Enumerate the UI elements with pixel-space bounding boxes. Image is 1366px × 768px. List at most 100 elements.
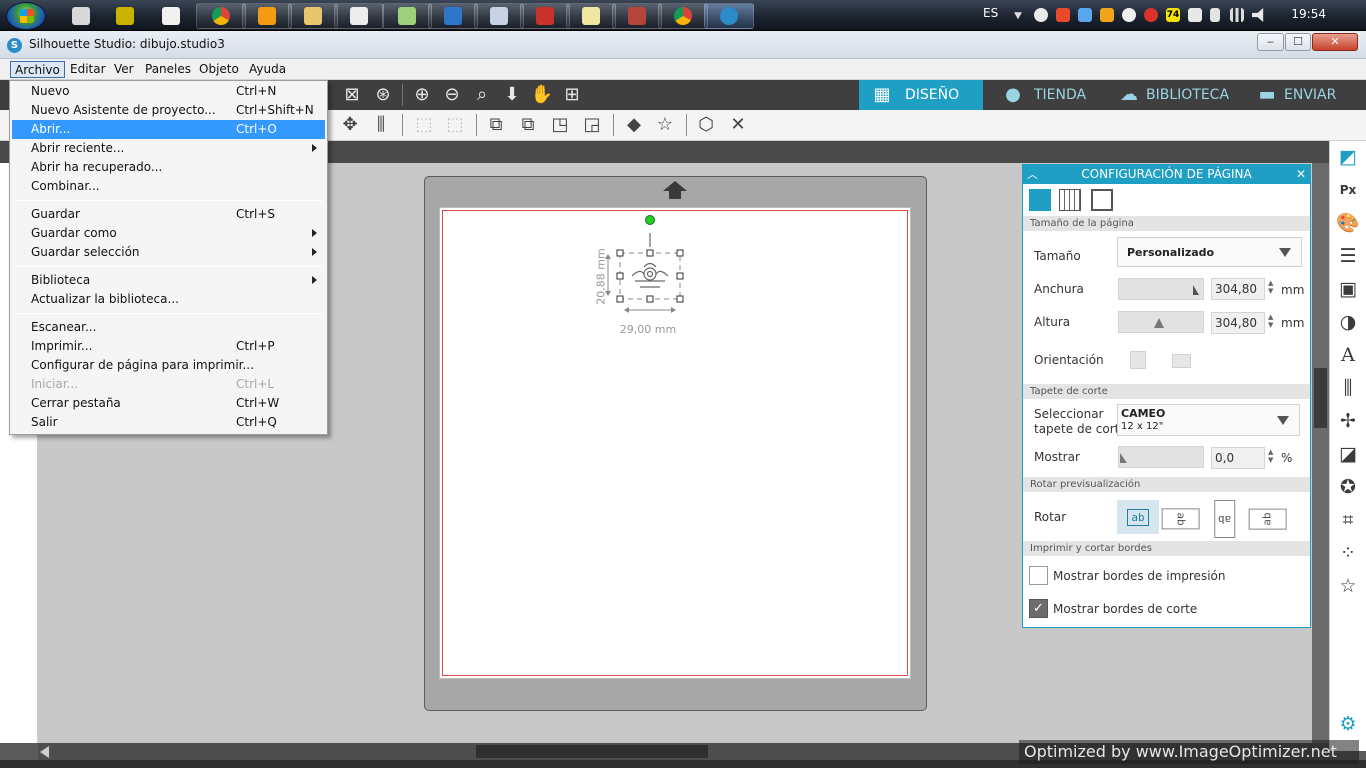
text-style-icon[interactable]: A <box>1335 342 1361 368</box>
clock[interactable]: 19:54 <box>1291 7 1326 21</box>
tray-mail-icon[interactable] <box>1144 8 1158 22</box>
pan-hand-icon[interactable]: ✋ <box>530 84 554 106</box>
taskbar-silhouette-icon[interactable] <box>704 3 754 29</box>
trace-icon[interactable]: ⌗ <box>1335 507 1361 533</box>
star-icon[interactable]: ☆ <box>653 114 677 136</box>
panel-close-icon[interactable]: ✕ <box>1296 165 1306 184</box>
send-backward-icon[interactable]: ⧉ <box>516 114 540 136</box>
tab-diseno[interactable]: ▦ DISEÑO <box>859 80 983 110</box>
move-icon[interactable]: ✥ <box>338 114 362 136</box>
registration-tab-icon[interactable] <box>1091 189 1113 211</box>
vertical-scroll-thumb[interactable] <box>1314 368 1327 428</box>
menu-item-imprimir[interactable]: Imprimir... Ctrl+P <box>12 337 325 356</box>
menu-item-nuevo-asistente[interactable]: Nuevo Asistente de proyecto... Ctrl+Shift… <box>12 101 325 120</box>
minimize-button[interactable]: ‒ <box>1257 33 1284 51</box>
send-to-back-icon[interactable]: ◲ <box>580 114 604 136</box>
height-spinner-icon[interactable]: ▲ ▼ <box>1268 313 1273 329</box>
menu-item-nuevo[interactable]: Nuevo Ctrl+N <box>12 82 325 101</box>
rotate-180-button[interactable]: ab <box>1204 500 1246 538</box>
menu-ayuda[interactable]: Ayuda <box>245 61 290 78</box>
height-slider-knob[interactable] <box>1154 318 1164 328</box>
taskbar-app-icon[interactable] <box>428 3 478 29</box>
rotate-270-button[interactable]: ab <box>1247 500 1289 534</box>
tray-expand-icon[interactable] <box>1014 12 1022 20</box>
menu-item-abrir-reciente[interactable]: Abrir reciente... <box>12 139 325 158</box>
zoom-in-icon[interactable]: ⊕ <box>410 84 434 106</box>
zoom-select-icon[interactable]: ⌕ <box>470 84 494 106</box>
taskbar-app-icon[interactable] <box>612 3 662 29</box>
menu-item-combinar[interactable]: Combinar... <box>12 177 325 196</box>
windows-start-orb-icon[interactable] <box>6 2 46 30</box>
page-setup-icon[interactable]: ◩ <box>1335 144 1361 170</box>
taskbar-app-icon[interactable] <box>566 3 616 29</box>
vertical-scrollbar[interactable] <box>1312 163 1329 743</box>
fit-window-icon[interactable]: ⊞ <box>560 84 584 106</box>
portrait-orientation-icon[interactable] <box>1130 351 1146 369</box>
tab-biblioteca[interactable]: ☁ BIBLIOTECA <box>1106 80 1236 110</box>
horizontal-scroll-thumb[interactable] <box>476 745 708 758</box>
menu-item-biblioteca[interactable]: Biblioteca <box>12 271 325 290</box>
align-icon[interactable]: ⫼ <box>369 114 393 136</box>
menu-item-abrir-recuperado[interactable]: Abrir ha recuperado... <box>12 158 325 177</box>
menu-paneles[interactable]: Paneles <box>141 61 195 78</box>
height-slider[interactable] <box>1118 311 1204 333</box>
tray-badge-icon[interactable]: 74 <box>1166 8 1180 22</box>
fit-to-page-icon[interactable]: ⬇ <box>500 84 524 106</box>
tray-app-icon[interactable] <box>1056 8 1070 22</box>
menu-item-guardar-seleccion[interactable]: Guardar selección <box>12 243 325 262</box>
ungroup-icon[interactable]: ⬚ <box>443 114 467 136</box>
points-icon[interactable]: ⁘ <box>1335 540 1361 566</box>
tab-enviar[interactable]: ▬ ENVIAR <box>1244 80 1344 110</box>
modify-star-icon[interactable]: ✪ <box>1335 474 1361 500</box>
show-slider[interactable] <box>1118 446 1204 468</box>
menu-ver[interactable]: Ver <box>110 61 138 78</box>
language-indicator[interactable]: ES <box>983 6 998 20</box>
width-spinner-icon[interactable]: ▲ ▼ <box>1268 279 1273 295</box>
taskbar-app-icon[interactable] <box>520 3 570 29</box>
tray-flag-icon[interactable] <box>1188 8 1202 22</box>
transparency-icon[interactable]: ◑ <box>1335 309 1361 335</box>
menu-item-guardar[interactable]: Guardar Ctrl+S <box>12 205 325 224</box>
mat-dropdown[interactable]: CAMEO 12 x 12" <box>1117 404 1300 436</box>
taskbar-app-icon[interactable] <box>106 3 144 29</box>
scroll-left-arrow-icon[interactable] <box>40 746 49 758</box>
cut-borders-checkbox[interactable]: ✓ <box>1029 599 1048 618</box>
group-icon[interactable]: ⬚ <box>412 114 436 136</box>
deselect-icon[interactable]: ⊠ <box>340 84 364 106</box>
taskbar-app-icon[interactable] <box>382 3 432 29</box>
close-button[interactable]: ✕ <box>1312 33 1358 51</box>
show-input[interactable]: 0,0 <box>1211 447 1265 469</box>
height-input[interactable]: 304,80 <box>1211 312 1265 334</box>
replicate-icon[interactable]: ◪ <box>1335 441 1361 467</box>
rotate-0-button[interactable]: ab <box>1117 500 1159 534</box>
palette-select-icon[interactable]: ⊛ <box>371 84 395 106</box>
taskbar-chrome-icon[interactable] <box>196 3 246 29</box>
maximize-button[interactable]: ☐ <box>1285 33 1311 51</box>
tray-cloud-icon[interactable] <box>1122 8 1136 22</box>
menu-item-salir[interactable]: Salir Ctrl+Q <box>12 413 325 432</box>
settings-gear-icon[interactable]: ⚙ <box>1335 711 1361 737</box>
tab-tienda[interactable]: ● TIENDA <box>990 80 1100 110</box>
taskbar-explorer-icon[interactable] <box>288 3 338 29</box>
selected-design[interactable]: 29,00 mm 20,88 mm <box>585 215 695 340</box>
taskbar-app-icon[interactable] <box>152 3 190 29</box>
bring-to-front-icon[interactable]: ◳ <box>548 114 572 136</box>
menu-archivo[interactable]: Archivo <box>10 61 65 78</box>
line-style-icon[interactable]: ☰ <box>1335 243 1361 269</box>
taskbar-app-icon[interactable] <box>242 3 292 29</box>
shapes-icon[interactable]: ◆ <box>622 114 646 136</box>
taskbar-app-icon[interactable] <box>334 3 384 29</box>
tray-app-icon[interactable] <box>1100 8 1114 22</box>
taskbar-app-icon[interactable] <box>62 3 100 29</box>
print-borders-checkbox[interactable] <box>1029 566 1048 585</box>
menu-objeto[interactable]: Objeto <box>195 61 243 78</box>
pixscan-icon[interactable]: Px <box>1335 177 1361 203</box>
show-spinner-icon[interactable]: ▲ ▼ <box>1268 448 1273 464</box>
tray-signal-icon[interactable] <box>1230 8 1244 22</box>
3d-box-icon[interactable]: ⬡ <box>694 114 718 136</box>
tray-dropbox-icon[interactable] <box>1078 8 1092 22</box>
favorites-star-icon[interactable]: ☆ <box>1335 573 1361 599</box>
menu-item-escanear[interactable]: Escanear... <box>12 318 325 337</box>
size-dropdown[interactable]: Personalizado <box>1117 237 1302 267</box>
width-input[interactable]: 304,80 <box>1211 278 1265 300</box>
